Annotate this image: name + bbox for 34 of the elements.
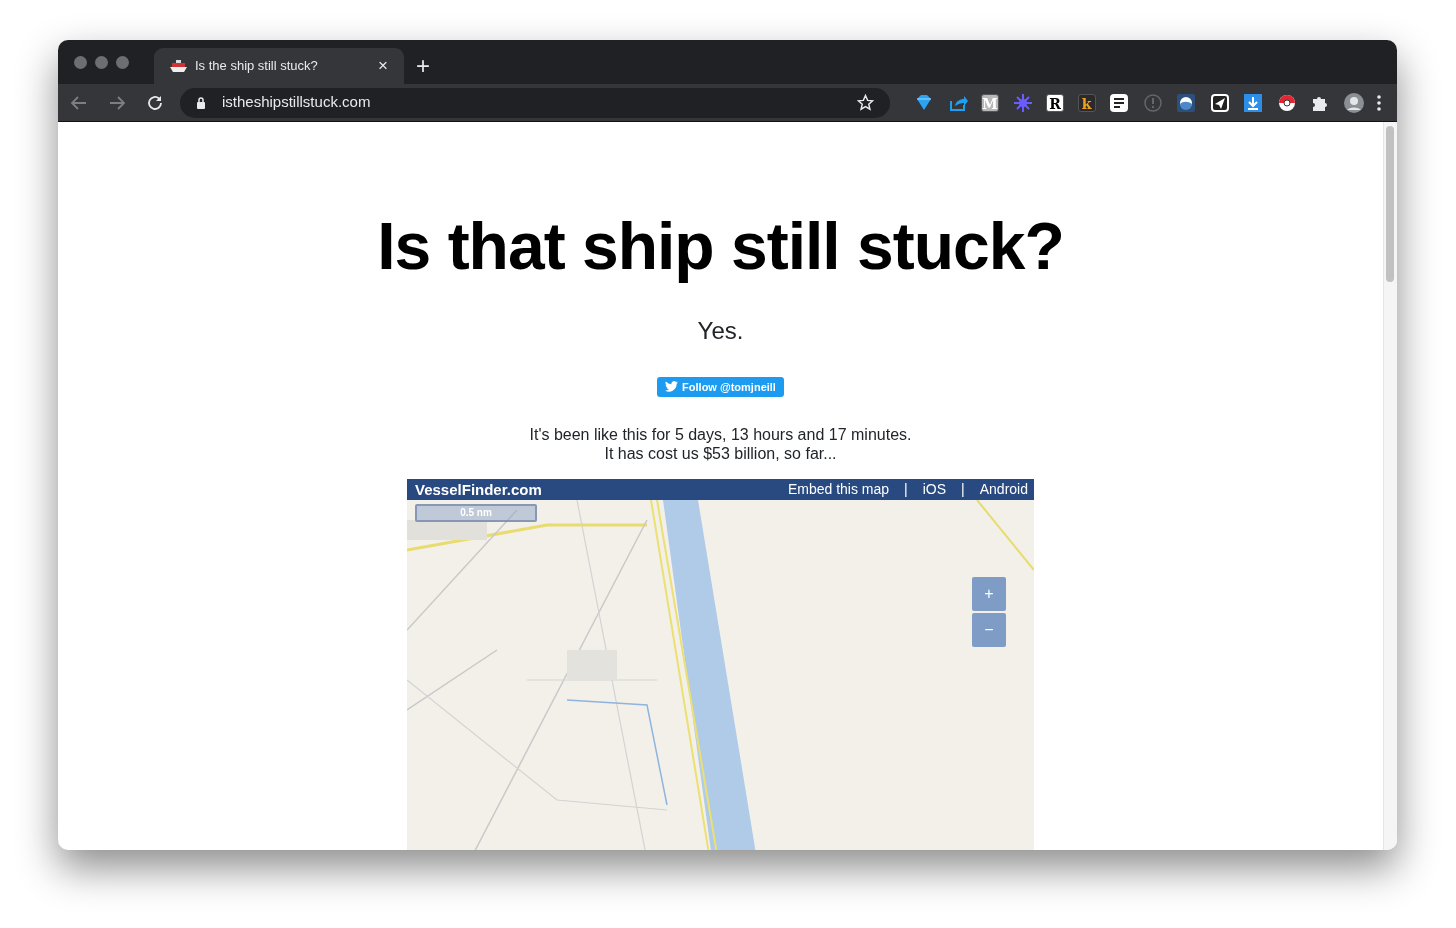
- lock-icon: [196, 96, 206, 109]
- forward-icon[interactable]: [108, 93, 126, 112]
- answer-text: Yes.: [697, 315, 744, 346]
- status-text: It has cost us $53 billion, so far...: [603, 443, 838, 463]
- browser-tab[interactable]: Is the ship still stuck? ×: [154, 48, 404, 84]
- sparkle-icon[interactable]: [1012, 92, 1033, 113]
- close-tab-button[interactable]: ×: [378, 53, 388, 79]
- extension-button[interactable]: k: [1077, 93, 1096, 112]
- status-text: It's been like this for 5 days, 13 hours and 17 minutes.: [529, 424, 912, 444]
- minimize-window-icon[interactable]: [95, 56, 108, 69]
- map-link[interactable]: Android: [979, 478, 1028, 500]
- maximize-window-icon[interactable]: [116, 56, 129, 69]
- map-link[interactable]: Embed this map: [787, 478, 890, 500]
- link-separator: |: [904, 479, 908, 499]
- menu-icon[interactable]: [1377, 94, 1381, 111]
- scale-bar: 0.5 nm: [415, 503, 537, 522]
- star-icon[interactable]: [857, 94, 874, 111]
- document-icon[interactable]: [1109, 92, 1129, 113]
- ball-icon[interactable]: [1276, 92, 1297, 113]
- close-window-icon[interactable]: [74, 56, 87, 69]
- scrollbar-thumb[interactable]: [1386, 126, 1394, 282]
- brand-link[interactable]: VesselFinder.com: [415, 478, 542, 500]
- paper-plane-icon[interactable]: [1209, 92, 1230, 113]
- extension-button[interactable]: R: [1046, 93, 1064, 112]
- new-tab-button[interactable]: +: [416, 48, 430, 84]
- download-icon[interactable]: [1243, 92, 1263, 113]
- ship-icon: [170, 60, 187, 72]
- reload-icon[interactable]: [146, 93, 164, 112]
- bird-icon: [665, 381, 679, 393]
- link-separator: |: [961, 479, 965, 499]
- avatar-icon[interactable]: [1343, 92, 1364, 113]
- map-link[interactable]: iOS: [922, 478, 947, 500]
- back-icon[interactable]: [70, 93, 88, 112]
- page-heading: Is that ship still stuck?: [377, 210, 1064, 283]
